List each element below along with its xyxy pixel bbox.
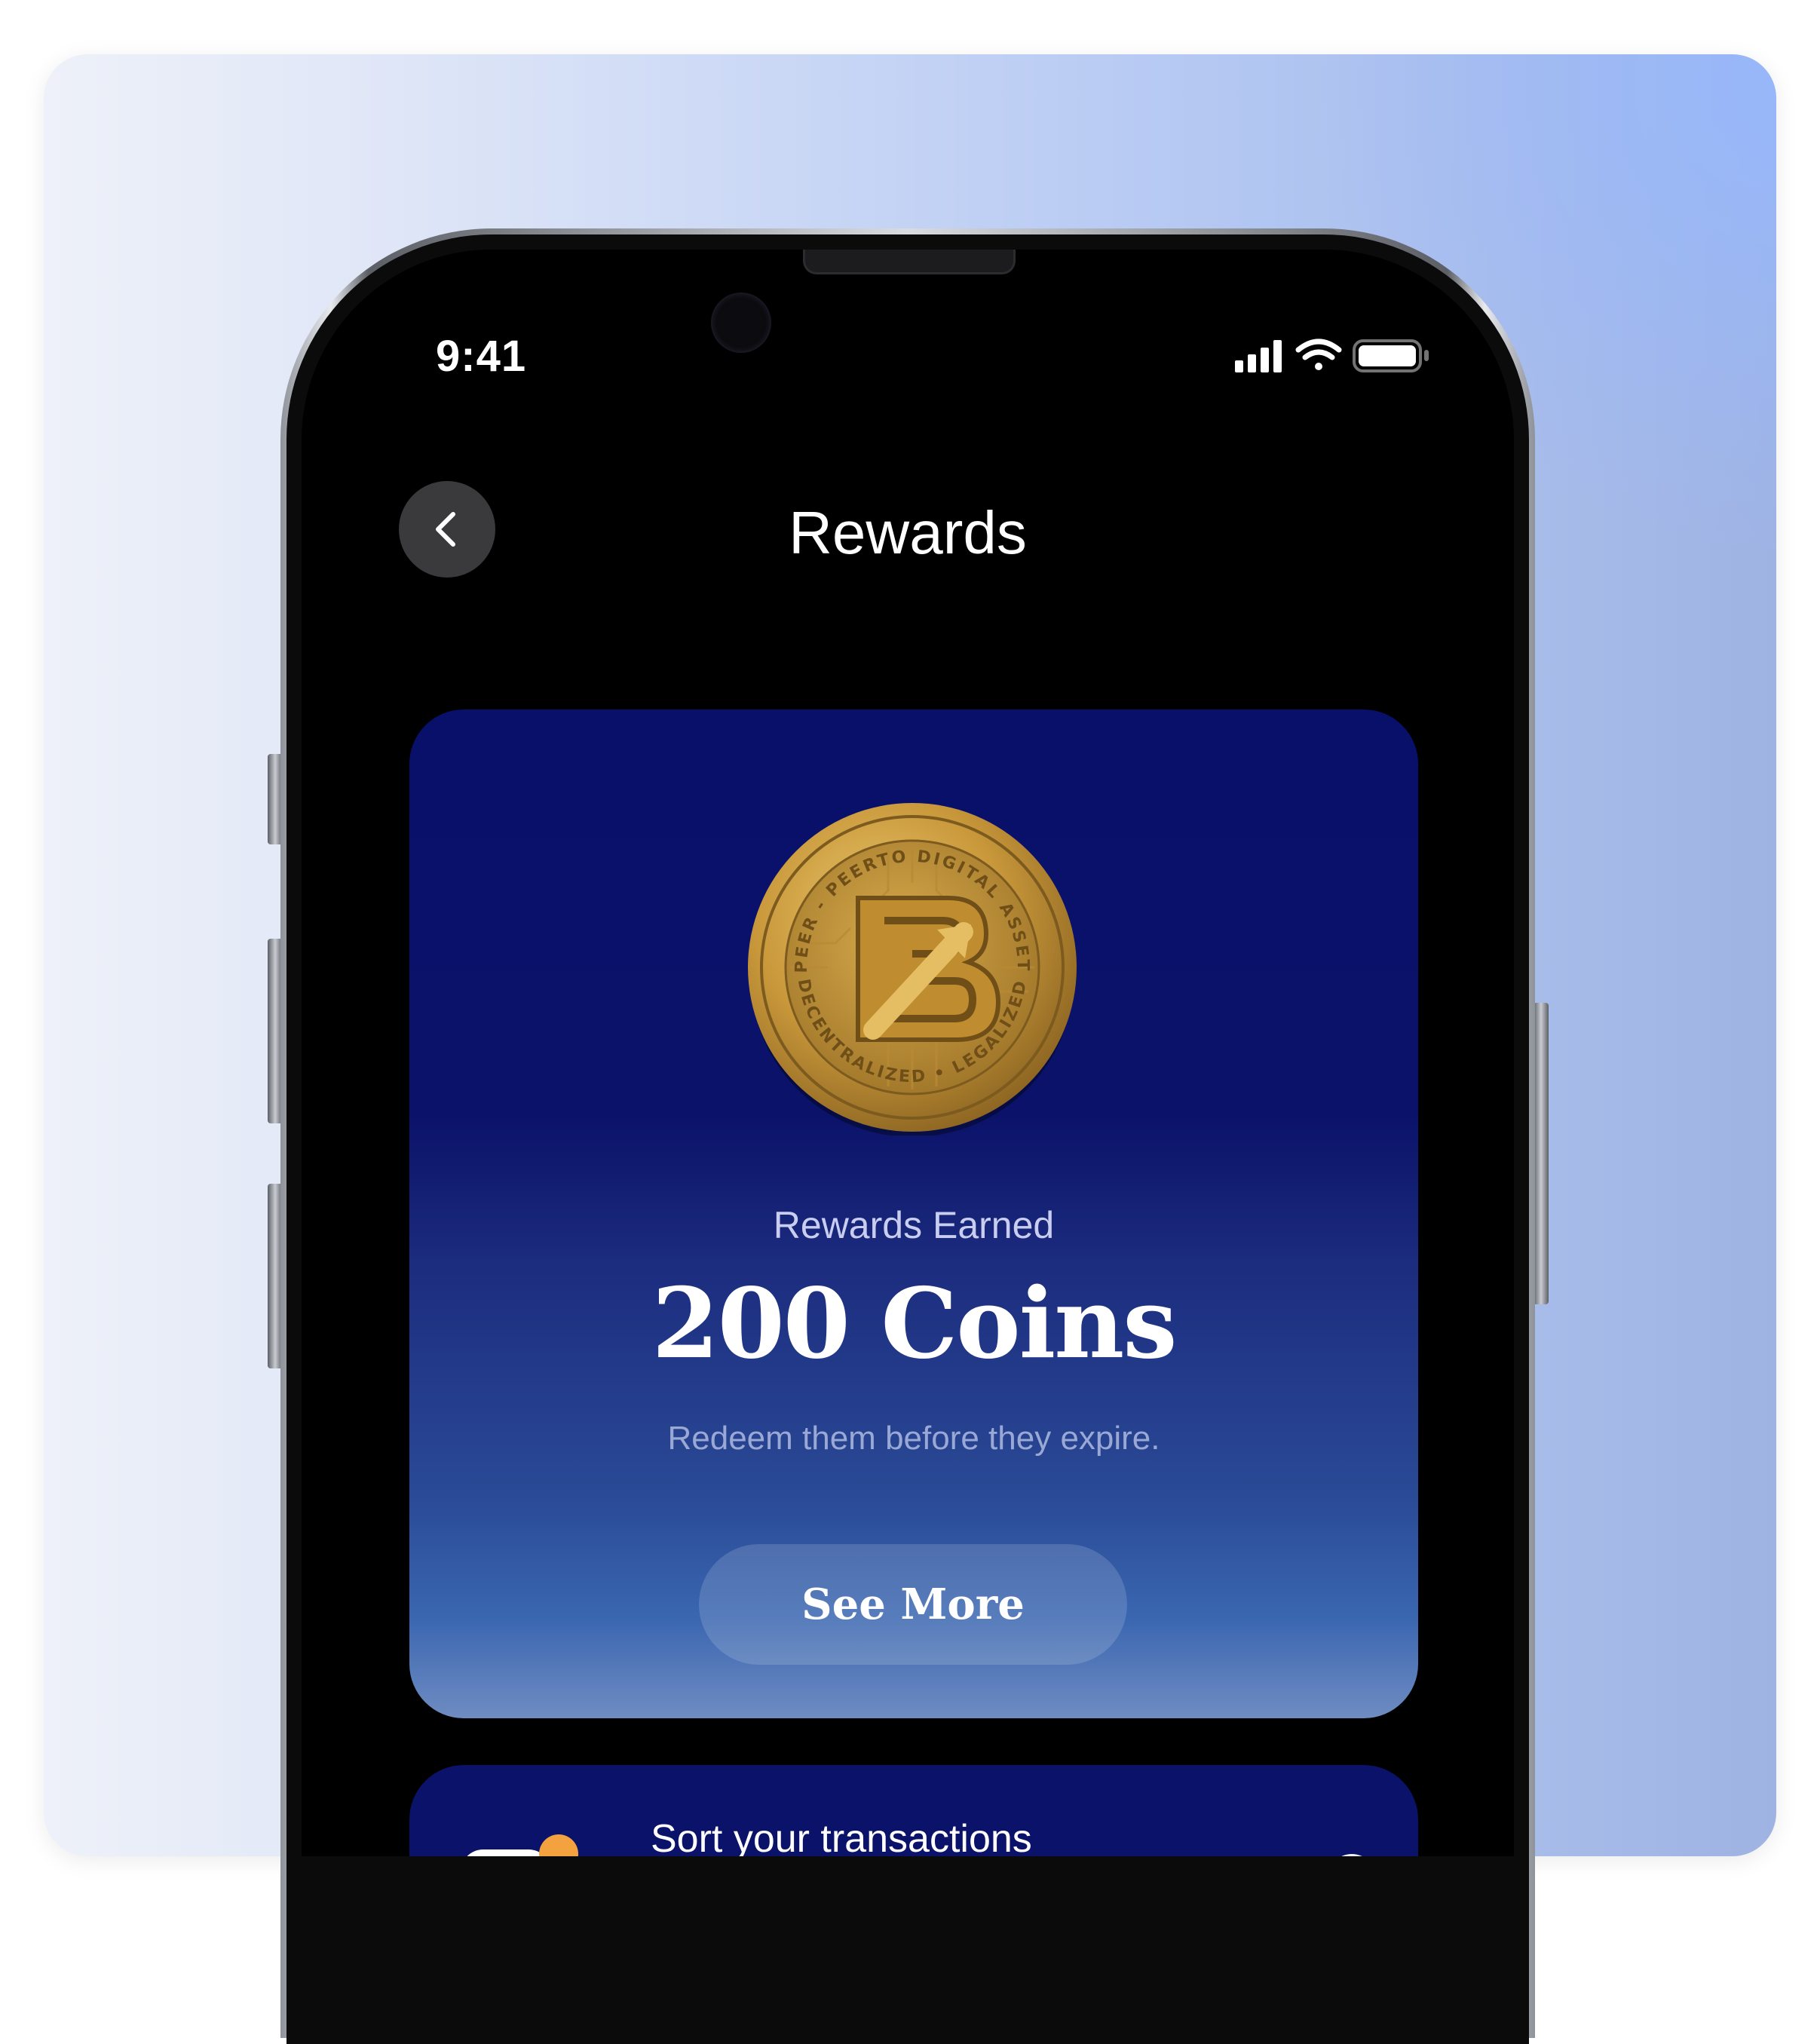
status-icons bbox=[1235, 339, 1429, 372]
coin-logo bbox=[856, 896, 1001, 1042]
coin-icon: PEER - PEERTO DIGITAL ASSET DECENTRALIZE… bbox=[745, 800, 1080, 1137]
toggle-dot-icon bbox=[539, 1834, 578, 1856]
rewards-card: PEER - PEERTO DIGITAL ASSET DECENTRALIZE… bbox=[409, 709, 1418, 1718]
wifi-icon bbox=[1295, 339, 1342, 370]
rewards-value: 200 Coins bbox=[651, 1267, 1178, 1381]
card-action-icon[interactable] bbox=[1328, 1854, 1376, 1856]
page-title: Rewards bbox=[789, 499, 1027, 566]
status-time: 9:41 bbox=[436, 332, 527, 381]
rewards-label: Rewards Earned bbox=[773, 1204, 1055, 1246]
speaker-grille bbox=[803, 250, 1016, 274]
see-more-button[interactable]: See More bbox=[699, 1544, 1127, 1665]
cellular-signal-icon bbox=[1235, 340, 1282, 372]
phone-screen: 9:41 Rewards PEER - PEERTO DIGITAL ASSET… bbox=[302, 250, 1514, 1856]
front-camera bbox=[711, 293, 771, 353]
rewards-subtitle: Redeem them before they expire. bbox=[667, 1420, 1160, 1457]
phone-power-button bbox=[1534, 1003, 1549, 1304]
sort-transactions-title: Sort your transactions bbox=[651, 1817, 1032, 1856]
battery-icon bbox=[1353, 339, 1429, 372]
sort-transactions-card[interactable]: Sort your transactions bbox=[409, 1765, 1418, 1856]
toggle-illustration bbox=[461, 1849, 551, 1856]
